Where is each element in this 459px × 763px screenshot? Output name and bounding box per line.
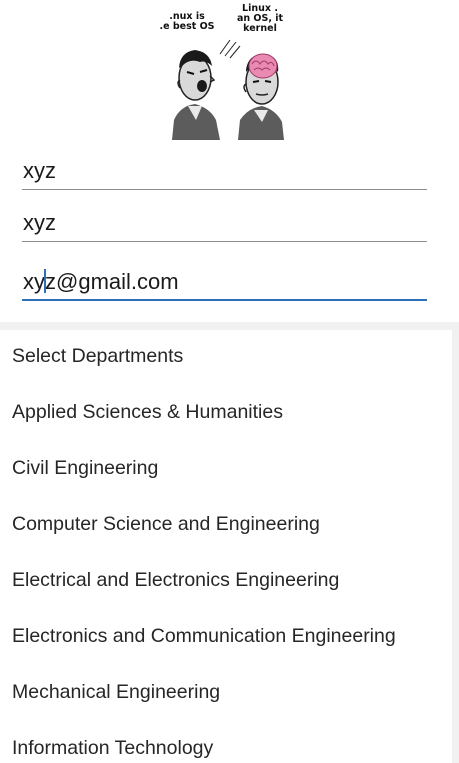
- name-field[interactable]: xyz: [22, 142, 427, 190]
- email-prefix: xy: [23, 269, 45, 294]
- left-speech-bubble: .nux is .e best OS: [159, 11, 215, 32]
- department-item[interactable]: Applied Sciences & Humanities: [12, 400, 283, 424]
- department-item[interactable]: Mechanical Engineering: [12, 680, 220, 704]
- department-item[interactable]: Civil Engineering: [12, 456, 158, 480]
- name-field-underline: [22, 189, 427, 190]
- second-field[interactable]: xyz: [22, 194, 427, 242]
- department-item[interactable]: Computer Science and Engineering: [12, 512, 320, 536]
- email-suffix: z@gmail.com: [45, 269, 179, 294]
- department-list-header[interactable]: Select Departments: [12, 344, 183, 368]
- right-speech-bubble: Linux . an OS, it kernel: [236, 3, 284, 34]
- email-field-underline: [22, 299, 427, 301]
- header-image: .nux is .e best OS Linux . an OS, it ker…: [0, 0, 459, 142]
- department-list: Select Departments Applied Sciences & Hu…: [0, 330, 452, 763]
- department-item[interactable]: Information Technology: [12, 736, 213, 760]
- registration-form: xyz xyz xyz@gmail.com: [0, 142, 459, 322]
- second-field-value: xyz: [23, 210, 56, 235]
- name-field-value: xyz: [23, 158, 56, 183]
- department-item[interactable]: Electronics and Communication Engineerin…: [12, 624, 396, 648]
- email-field-value: xyz@gmail.com: [23, 269, 179, 295]
- second-field-underline: [22, 241, 427, 242]
- email-field[interactable]: xyz@gmail.com: [22, 253, 427, 301]
- department-item[interactable]: Electrical and Electronics Engineering: [12, 568, 339, 592]
